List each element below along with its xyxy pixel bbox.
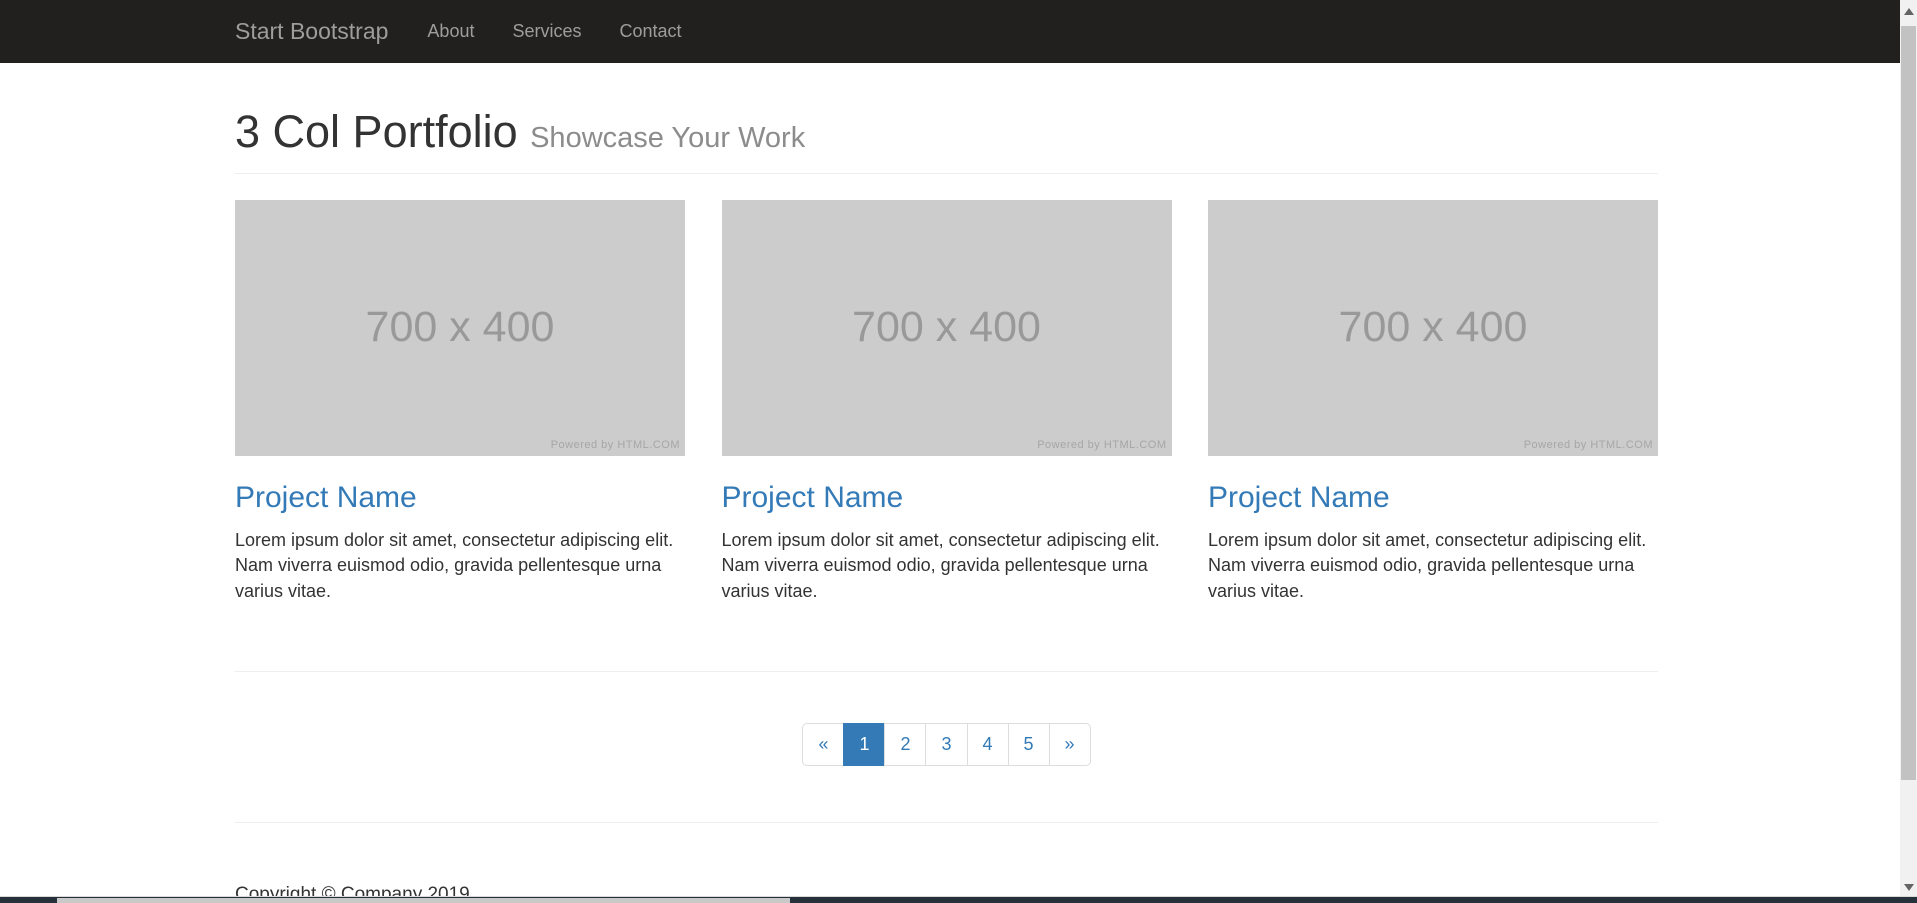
- project-image-1[interactable]: 700 x 400 Powered by HTML.COM: [235, 200, 685, 456]
- project-description-1: Lorem ipsum dolor sit amet, consectetur …: [235, 528, 685, 605]
- nav-item-services[interactable]: Services: [493, 21, 600, 41]
- placeholder-watermark: Powered by HTML.COM: [1524, 439, 1653, 451]
- portfolio-card-3: 700 x 400 Powered by HTML.COM Project Na…: [1208, 200, 1658, 605]
- placeholder-size-label: 700 x 400: [852, 303, 1041, 352]
- nav-item-contact[interactable]: Contact: [601, 21, 701, 41]
- divider-above-pagination: [235, 671, 1658, 672]
- pagination-page-4[interactable]: 4: [967, 723, 1009, 766]
- placeholder-watermark: Powered by HTML.COM: [551, 439, 680, 451]
- pagination: « 1 2 3 4 5 »: [802, 723, 1090, 766]
- project-title-link-1[interactable]: Project Name: [235, 481, 417, 514]
- project-title-link-2[interactable]: Project Name: [722, 481, 904, 514]
- project-image-2[interactable]: 700 x 400 Powered by HTML.COM: [722, 200, 1172, 456]
- pagination-page-3[interactable]: 3: [925, 723, 967, 766]
- scrollbar-up-arrow-icon[interactable]: [1904, 8, 1914, 15]
- top-navbar: Start Bootstrap About Services Contact: [0, 0, 1917, 63]
- horizontal-scrollbar[interactable]: [0, 896, 1917, 903]
- page-header: 3 Col Portfolio Showcase Your Work: [235, 107, 1658, 174]
- pagination-page-2[interactable]: 2: [884, 723, 926, 766]
- page-title: 3 Col Portfolio: [235, 106, 518, 157]
- project-image-3[interactable]: 700 x 400 Powered by HTML.COM: [1208, 200, 1658, 456]
- scrollbar-down-arrow-icon[interactable]: [1904, 884, 1914, 891]
- project-title-link-3[interactable]: Project Name: [1208, 481, 1390, 514]
- project-description-3: Lorem ipsum dolor sit amet, consectetur …: [1208, 528, 1658, 605]
- placeholder-size-label: 700 x 400: [366, 303, 555, 352]
- vertical-scrollbar-thumb[interactable]: [1901, 26, 1916, 780]
- portfolio-row: 700 x 400 Powered by HTML.COM Project Na…: [235, 200, 1658, 605]
- pagination-page-1[interactable]: 1: [843, 723, 885, 766]
- vertical-scrollbar[interactable]: [1900, 0, 1917, 903]
- page-subtitle: Showcase Your Work: [530, 122, 805, 154]
- pagination-container: « 1 2 3 4 5 »: [235, 723, 1658, 766]
- divider-above-footer: [235, 822, 1658, 823]
- portfolio-card-1: 700 x 400 Powered by HTML.COM Project Na…: [235, 200, 685, 605]
- portfolio-card-2: 700 x 400 Powered by HTML.COM Project Na…: [722, 200, 1172, 605]
- project-description-2: Lorem ipsum dolor sit amet, consectetur …: [722, 528, 1172, 605]
- navbar-links: About Services Contact: [408, 21, 700, 42]
- horizontal-scrollbar-thumb[interactable]: [57, 898, 790, 903]
- pagination-page-5[interactable]: 5: [1008, 723, 1050, 766]
- navbar-brand[interactable]: Start Bootstrap: [235, 18, 388, 45]
- placeholder-size-label: 700 x 400: [1339, 303, 1528, 352]
- pagination-next-button[interactable]: »: [1049, 723, 1091, 766]
- pagination-prev-button[interactable]: «: [802, 723, 844, 766]
- nav-item-about[interactable]: About: [408, 21, 493, 41]
- placeholder-watermark: Powered by HTML.COM: [1037, 439, 1166, 451]
- main-content: 3 Col Portfolio Showcase Your Work 700 x…: [235, 63, 1658, 903]
